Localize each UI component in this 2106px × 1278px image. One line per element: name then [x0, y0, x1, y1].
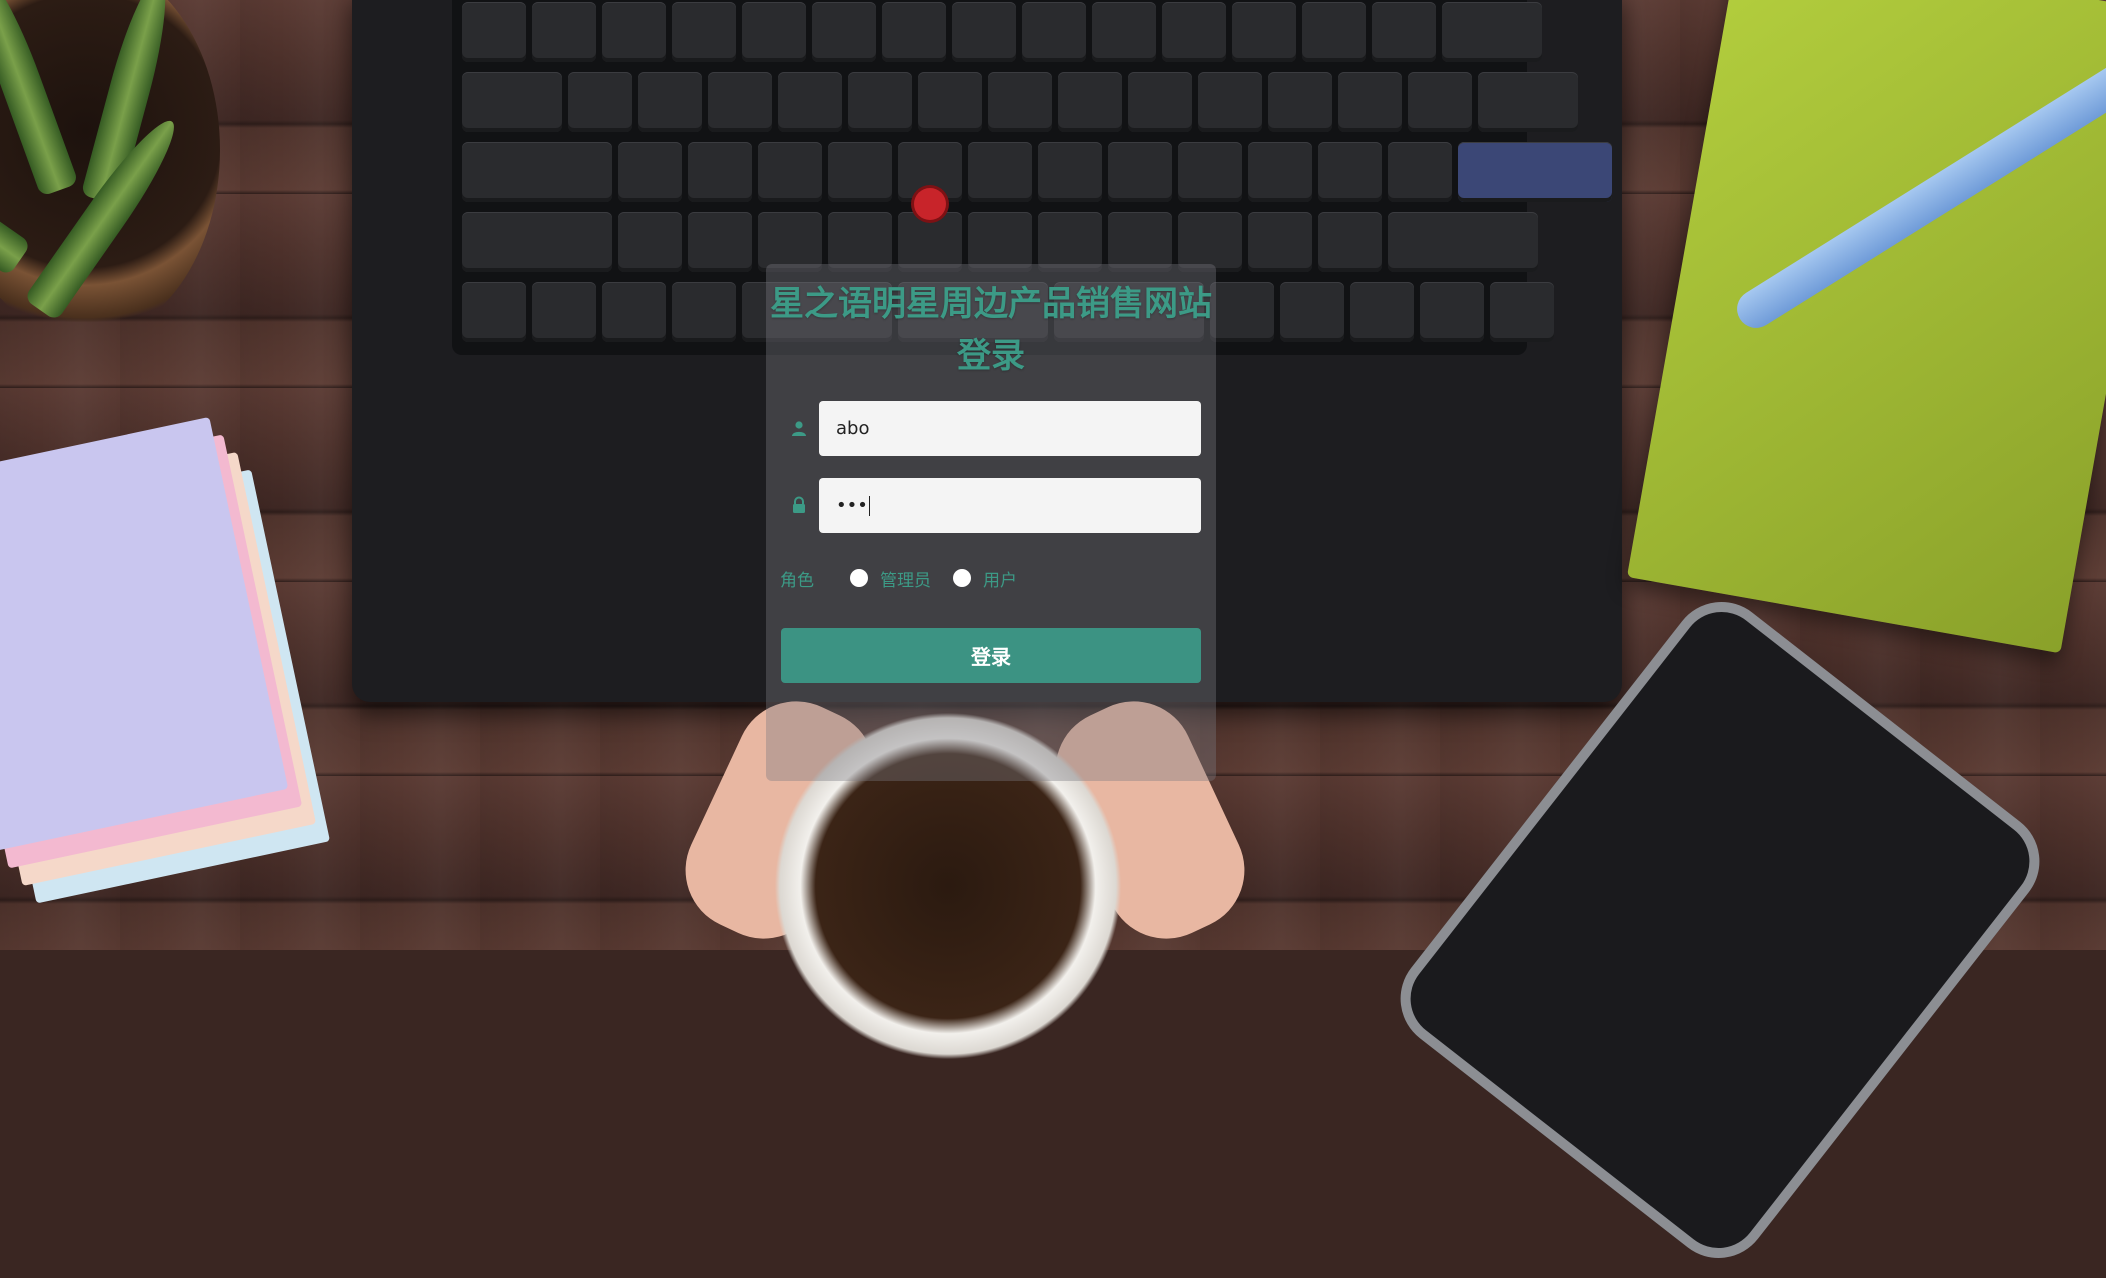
password-mask: ••• — [836, 495, 868, 516]
role-radio-admin[interactable] — [850, 569, 868, 587]
text-cursor — [868, 495, 870, 516]
key-row — [462, 142, 1612, 202]
page-title: 星之语明星周边产品销售网站登录 — [770, 284, 1212, 376]
role-option-user[interactable]: 用户 — [983, 566, 1017, 591]
user-icon — [790, 419, 808, 437]
trackpoint — [914, 188, 946, 220]
username-input[interactable] — [819, 401, 1201, 456]
role-label: 角色 — [780, 570, 814, 591]
login-button[interactable]: 登录 — [781, 628, 1201, 683]
role-radio-user[interactable] — [953, 569, 971, 587]
key-row — [462, 2, 1542, 62]
role-option-admin[interactable]: 管理员 — [880, 566, 931, 591]
lock-icon — [790, 496, 808, 514]
key-row — [462, 72, 1578, 132]
role-selector: 角色 管理员 用户 — [780, 566, 1039, 591]
key-row — [462, 212, 1538, 272]
password-input[interactable]: ••• — [819, 478, 1201, 533]
